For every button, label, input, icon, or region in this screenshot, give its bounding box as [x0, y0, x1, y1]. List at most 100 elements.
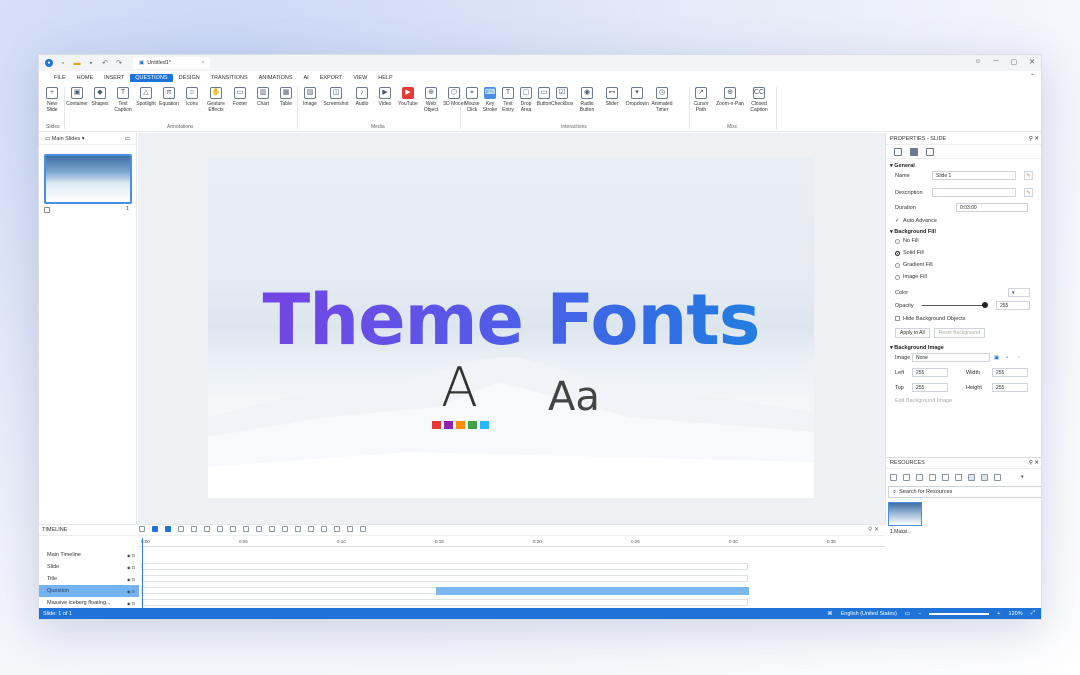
ribbon-chart-button[interactable]: ▥ Chart — [252, 87, 274, 107]
ribbon-animated-timer-button[interactable]: ◷ Animated Timer — [651, 87, 673, 113]
menu-home[interactable]: HOME — [72, 74, 99, 82]
auto-advance-row[interactable]: ✓ Auto Advance — [886, 214, 1041, 227]
caption-icon[interactable] — [334, 526, 340, 532]
filter-other-icon[interactable] — [994, 473, 1001, 481]
marker-icon[interactable] — [347, 526, 353, 532]
color-swatch-2[interactable] — [444, 421, 453, 429]
ribbon-shapes-button[interactable]: ◆ Shapes — [89, 87, 111, 107]
visibility-lock-icon[interactable]: ◉ ⊡ — [127, 577, 135, 582]
ribbon-table-button[interactable]: ▦ Table — [275, 87, 297, 107]
fit-icon[interactable] — [269, 526, 275, 532]
zoom-in-icon[interactable] — [204, 526, 210, 532]
align-left-icon[interactable] — [217, 526, 223, 532]
grid-view-icon[interactable] — [890, 473, 897, 481]
timeline-track[interactable] — [141, 599, 748, 606]
fit-screen-icon[interactable]: ▭ — [905, 611, 910, 617]
menu-export[interactable]: EXPORT — [315, 74, 348, 82]
import-icon[interactable] — [916, 473, 923, 481]
style-tab-icon[interactable] — [926, 147, 934, 156]
opacity-input[interactable]: 255 — [996, 301, 1030, 310]
visibility-lock-icon[interactable]: ◉ ⊡ — [127, 589, 135, 594]
ribbon-dropdown-button[interactable]: ▾ Dropdown — [626, 87, 649, 107]
gradient-fill-radio[interactable] — [895, 262, 900, 268]
edit-bg-image-button[interactable]: Edit Background Image — [895, 398, 952, 404]
record-icon[interactable] — [308, 526, 314, 532]
timeline-row-title[interactable]: Title ◉ ⊡ — [39, 573, 139, 585]
close-window-button[interactable]: ✕ — [1029, 58, 1035, 66]
ribbon-radio-button-button[interactable]: ◉ Radio Button — [576, 87, 598, 113]
fill-option-no-fill[interactable]: No Fill — [886, 235, 1041, 247]
menu-file[interactable]: FILE — [49, 74, 71, 82]
question-timeline-bar[interactable] — [436, 587, 749, 595]
slide-props-tab-icon[interactable] — [894, 147, 902, 156]
more-options-icon[interactable]: ▾ — [1021, 474, 1024, 480]
close-panel-icon[interactable]: ✕ — [1034, 136, 1039, 142]
resources-pin-icon[interactable]: ⚲ — [1029, 460, 1033, 466]
menu-ai[interactable]: AI — [299, 74, 314, 82]
ribbon-image-button[interactable]: ▨ Image — [299, 87, 321, 107]
duration-input[interactable]: 0:03:00 — [956, 203, 1028, 212]
visibility-lock-icon[interactable]: ◉ ⊡ — [127, 553, 135, 558]
slide-title-text[interactable]: Theme Fonts — [208, 279, 814, 361]
ribbon-equation-button[interactable]: π Equation — [158, 87, 180, 107]
menu-insert[interactable]: INSERT — [99, 74, 129, 82]
ribbon-footer-button[interactable]: ▭ Footer — [229, 87, 251, 107]
auto-advance-checkbox[interactable]: ✓ — [895, 218, 900, 224]
color-picker[interactable]: ▾ — [1008, 288, 1030, 297]
menu-design[interactable]: DESIGN — [174, 74, 205, 82]
ribbon-audio-button[interactable]: ♪ Audio — [351, 87, 373, 107]
ribbon-new-slide-button[interactable]: + New Slide — [41, 87, 63, 113]
close-tab-icon[interactable]: × — [201, 60, 204, 66]
menu-animations[interactable]: ANIMATIONS — [254, 74, 298, 82]
ribbon-text-caption-button[interactable]: T Text Caption — [112, 87, 134, 113]
fill-option-gradient-fill[interactable]: Gradient Fill — [886, 259, 1041, 271]
edit-name-icon[interactable]: ✎ — [1024, 171, 1033, 180]
menu-view[interactable]: VIEW — [348, 74, 372, 82]
glyph-sample-aa[interactable]: Aa — [548, 375, 600, 419]
opacity-slider[interactable] — [922, 305, 984, 306]
fill-option-image-fill[interactable]: Image Fill — [886, 271, 1041, 283]
timeline-row-question[interactable]: Question ◉ ⊡ — [39, 585, 139, 597]
visibility-lock-icon[interactable]: ◉ ⊡ — [127, 601, 135, 606]
zoom-slider[interactable] — [929, 612, 990, 615]
apply-to-all-button[interactable]: Apply to All — [895, 327, 930, 338]
ribbon-closed-caption-button[interactable]: CC Closed Caption — [748, 87, 770, 113]
layout-tab-icon[interactable] — [910, 147, 918, 156]
redo-icon[interactable]: ↷ — [115, 59, 123, 67]
color-swatch-1[interactable] — [432, 421, 441, 429]
ribbon-video-button[interactable]: ▶ Video — [374, 87, 396, 107]
menu-transitions[interactable]: TRANSITIONS — [206, 74, 253, 82]
ribbon-screenshot-button[interactable]: ◫ Screenshot — [322, 87, 350, 107]
description-input[interactable] — [932, 188, 1016, 197]
general-section[interactable]: ▾ General — [886, 159, 1041, 169]
image-insert-icon[interactable] — [321, 526, 327, 532]
name-input[interactable]: Slide 1 — [932, 171, 1016, 180]
playhead[interactable] — [142, 538, 143, 610]
left-input[interactable]: 255 — [912, 368, 948, 377]
slide-canvas[interactable]: Theme Fonts A Aa — [208, 157, 814, 498]
resources-close-icon[interactable]: ✕ — [1034, 460, 1039, 466]
no-fill-radio[interactable] — [895, 238, 900, 244]
fill-option-solid-fill[interactable]: Solid Fill — [886, 247, 1041, 259]
zoom-in-button[interactable]: + — [997, 611, 1000, 617]
glyph-sample-a[interactable]: A — [441, 359, 478, 417]
language-label[interactable]: English (United States) — [841, 611, 897, 617]
new-file-icon[interactable]: ▫ — [59, 59, 67, 67]
pin-icon[interactable]: ⚲ — [1029, 136, 1033, 142]
slide-thumbnail[interactable] — [44, 154, 132, 204]
ribbon-slider-button[interactable]: ⊷ Slider — [601, 87, 623, 107]
ribbon-checkbox-button[interactable]: ☑ Checkbox — [551, 87, 573, 107]
timeline-view-icon[interactable] — [139, 526, 145, 532]
info-icon[interactable] — [955, 473, 962, 481]
ribbon-youtube-button[interactable]: ▶ YouTube — [397, 87, 419, 107]
timeline-track[interactable] — [141, 563, 748, 570]
image-input[interactable]: None — [912, 353, 990, 362]
timeline-ruler[interactable]: 0:00 0:05 0:10 0:15 0:20 0:25 0:30 0:35 — [139, 538, 885, 547]
width-input[interactable]: 255 — [992, 368, 1028, 377]
image-fill-radio[interactable] — [895, 274, 900, 280]
top-input[interactable]: 255 — [912, 383, 948, 392]
delete-icon[interactable] — [929, 473, 936, 481]
settings-icon[interactable] — [360, 526, 366, 532]
image-file-icon[interactable]: ▫ — [1006, 355, 1008, 361]
document-tab[interactable]: ▣ Untitled1* × — [133, 57, 211, 69]
